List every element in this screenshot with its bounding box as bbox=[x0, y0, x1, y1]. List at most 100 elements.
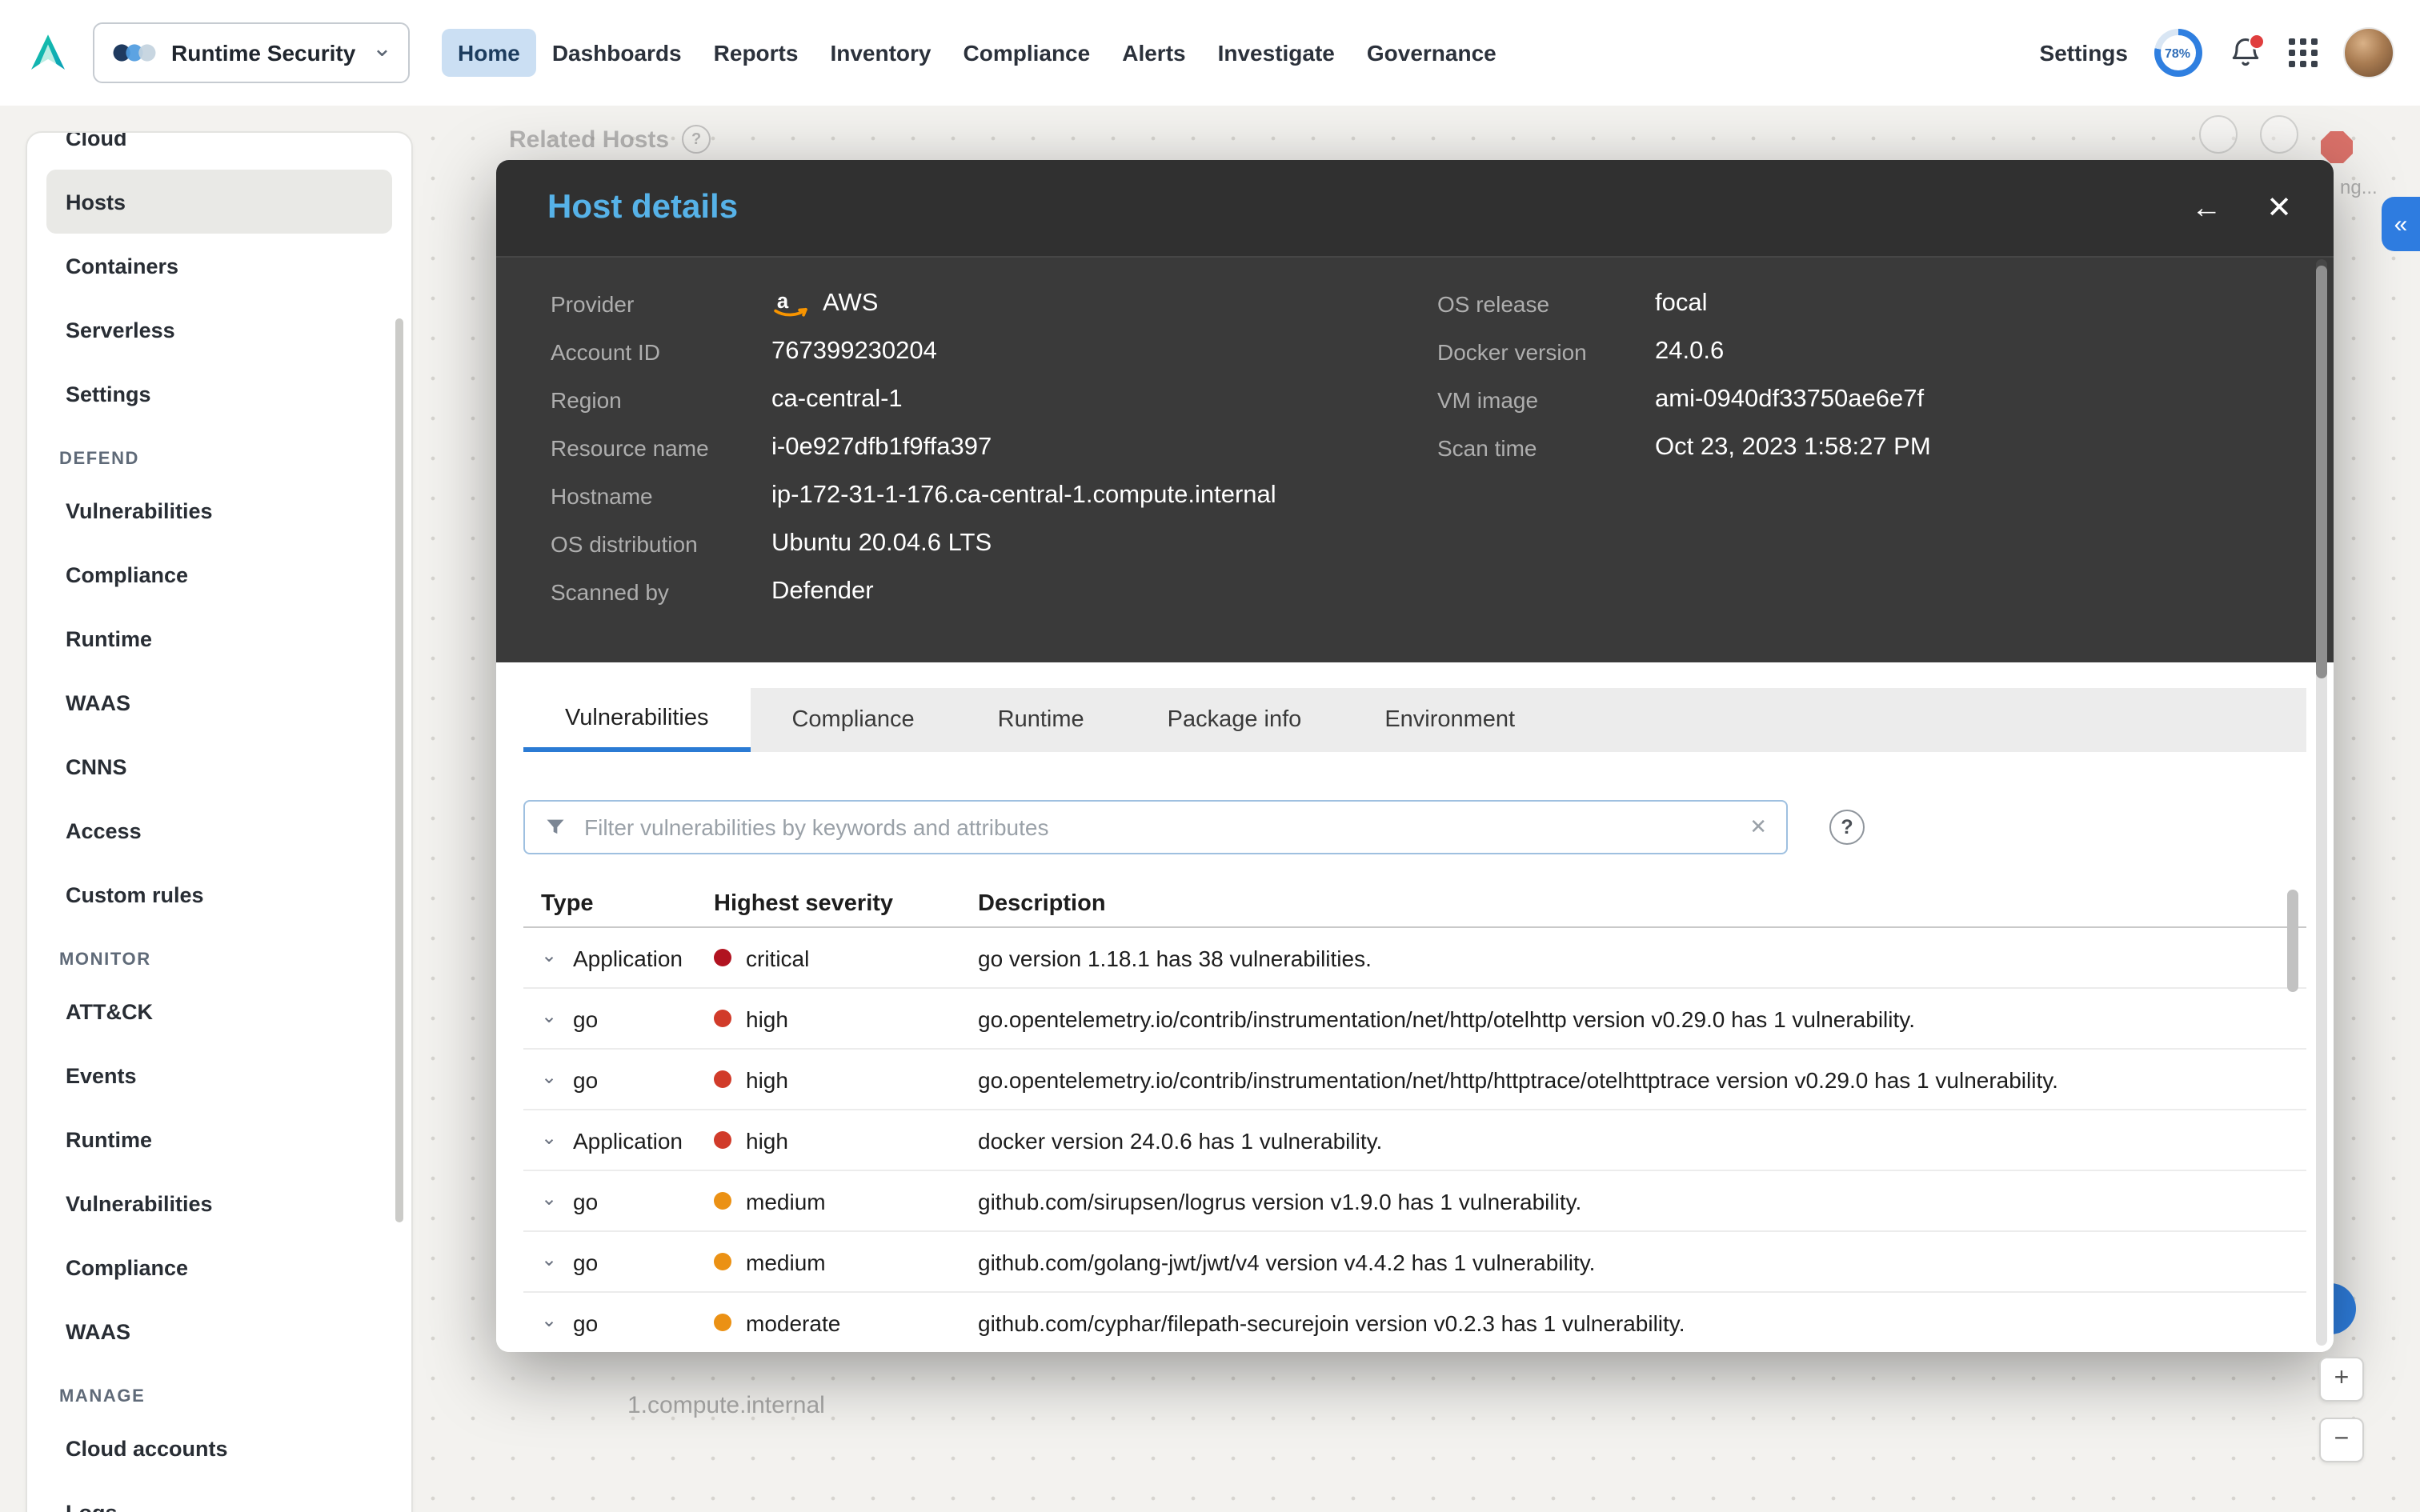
sidebar-item[interactable]: Cloud bbox=[46, 133, 392, 170]
info-row: OS distribution Ubuntu 20.04.6 LTS bbox=[551, 520, 1437, 568]
sidebar-item[interactable]: Events bbox=[46, 1043, 392, 1107]
tab[interactable]: Environment bbox=[1343, 688, 1557, 752]
panel-collapse-button[interactable]: « bbox=[2382, 197, 2420, 251]
info-row: VM image ami-0940df33750ae6e7f bbox=[1437, 376, 2334, 424]
sidebar-item[interactable]: Hosts bbox=[46, 170, 392, 234]
tab-label: Environment bbox=[1384, 707, 1516, 733]
close-icon[interactable]: ✕ bbox=[2266, 193, 2292, 223]
info-label: OS release bbox=[1437, 291, 1550, 317]
row-expand-chevron-icon[interactable]: ⌄ bbox=[541, 1127, 560, 1146]
filter-help-button[interactable]: ? bbox=[1829, 810, 1865, 845]
sidebar-item[interactable]: Containers bbox=[46, 234, 392, 298]
nav-right-cluster: Settings 78% bbox=[2040, 27, 2394, 78]
nav-item[interactable]: Alerts bbox=[1106, 29, 1201, 77]
clear-filter-icon[interactable]: ✕ bbox=[1749, 814, 1767, 840]
sidebar-item[interactable]: Logs bbox=[46, 1480, 392, 1512]
sidebar-item-label: ATT&CK bbox=[66, 999, 153, 1023]
sidebar-item[interactable]: Serverless bbox=[46, 298, 392, 362]
nav-item[interactable]: Home bbox=[442, 29, 536, 77]
modal-tabs: Vulnerabilities Compliance Runtime Packa… bbox=[523, 688, 2306, 752]
modal-header-actions: ← ✕ bbox=[2191, 193, 2292, 223]
table-scrollbar[interactable] bbox=[2287, 890, 2298, 992]
description-cell: github.com/golang-jwt/jwt/v4 version v4.… bbox=[978, 1249, 1596, 1274]
row-expand-chevron-icon[interactable]: ⌄ bbox=[541, 1249, 560, 1268]
apps-grid-icon[interactable] bbox=[2288, 38, 2318, 68]
tab[interactable]: Compliance bbox=[750, 688, 956, 752]
info-value: 24.0.6 bbox=[1655, 338, 1725, 365]
settings-link[interactable]: Settings bbox=[2040, 40, 2128, 66]
sidebar-item-label: Containers bbox=[66, 254, 179, 278]
row-expand-chevron-icon[interactable]: ⌄ bbox=[541, 1310, 560, 1329]
column-header-description: Description bbox=[978, 890, 1106, 916]
product-selector-dropdown[interactable]: Runtime Security ⌄ bbox=[93, 22, 410, 83]
vulnerability-row[interactable]: ⌄ go high go.opentelemetry.io/contrib/in… bbox=[523, 1050, 2306, 1110]
info-row: Docker version 24.0.6 bbox=[1437, 328, 2334, 376]
vulnerability-filter[interactable]: ✕ bbox=[523, 800, 1788, 854]
sidebar-list: Cloud Hosts Containers Serverless Settin… bbox=[27, 133, 411, 1512]
filter-input[interactable] bbox=[581, 813, 1736, 842]
row-expand-chevron-icon[interactable]: ⌄ bbox=[541, 1066, 560, 1086]
sidebar-item-label: Access bbox=[66, 818, 142, 842]
sidebar-item-label: CNNS bbox=[66, 754, 127, 778]
info-value: Ubuntu 20.04.6 LTS bbox=[771, 530, 992, 557]
vulnerability-row[interactable]: ⌄ go high go.opentelemetry.io/contrib/in… bbox=[523, 989, 2306, 1050]
row-expand-chevron-icon[interactable]: ⌄ bbox=[541, 1188, 560, 1207]
row-expand-chevron-icon[interactable]: ⌄ bbox=[541, 1006, 560, 1025]
vulnerability-row[interactable]: ⌄ Application high docker version 24.0.6… bbox=[523, 1110, 2306, 1171]
info-left-rows: Account ID 767399230204 Region ca-centra… bbox=[551, 328, 1437, 616]
tab[interactable]: Vulnerabilities bbox=[523, 688, 751, 752]
info-label: Hostname bbox=[551, 483, 653, 509]
sidebar-item[interactable]: CNNS bbox=[46, 734, 392, 798]
user-avatar[interactable] bbox=[2343, 27, 2394, 78]
vulnerability-row[interactable]: ⌄ Application critical go version 1.18.1… bbox=[523, 928, 2306, 989]
sidebar-item[interactable]: Custom rules bbox=[46, 862, 392, 926]
sidebar-scrollbar[interactable] bbox=[395, 318, 403, 1222]
nav-item[interactable]: Reports bbox=[698, 29, 815, 77]
sidebar-item[interactable]: WAAS bbox=[46, 1299, 392, 1363]
severity-label: medium bbox=[746, 1249, 826, 1274]
back-icon[interactable]: ← bbox=[2191, 193, 2222, 223]
info-label: OS distribution bbox=[551, 531, 698, 557]
severity-label: high bbox=[746, 1127, 788, 1153]
info-label: Scan time bbox=[1437, 435, 1537, 461]
sidebar-item[interactable]: WAAS bbox=[46, 670, 392, 734]
brand-logo-icon bbox=[31, 34, 65, 70]
nav-item[interactable]: Investigate bbox=[1202, 29, 1351, 77]
sidebar-item[interactable]: Cloud accounts bbox=[46, 1416, 392, 1480]
severity-cell: moderate bbox=[714, 1310, 978, 1335]
sidebar-item[interactable]: Runtime bbox=[46, 1107, 392, 1171]
sidebar-item[interactable]: Runtime bbox=[46, 606, 392, 670]
sidebar-item-label: Vulnerabilities bbox=[66, 1191, 213, 1215]
sidebar-item-label: Hosts bbox=[66, 190, 126, 214]
sidebar-item[interactable]: Compliance bbox=[46, 1235, 392, 1299]
notifications-bell-icon[interactable] bbox=[2227, 34, 2264, 70]
sidebar-item[interactable]: Vulnerabilities bbox=[46, 1171, 392, 1235]
sidebar-item[interactable]: ATT&CK bbox=[46, 979, 392, 1043]
host-info-section: Provider a AWS Account ID 767399230204 R… bbox=[496, 258, 2334, 662]
sidebar-item: DEFEND bbox=[27, 426, 411, 478]
nav-item[interactable]: Governance bbox=[1351, 29, 1512, 77]
type-label: go bbox=[573, 1006, 599, 1031]
tab-label: Vulnerabilities bbox=[565, 705, 709, 730]
nav-item[interactable]: Inventory bbox=[814, 29, 947, 77]
severity-cell: high bbox=[714, 1006, 978, 1031]
usage-progress-badge[interactable]: 78% bbox=[2154, 29, 2202, 77]
row-expand-chevron-icon[interactable]: ⌄ bbox=[541, 945, 560, 964]
sidebar-item[interactable]: Access bbox=[46, 798, 392, 862]
sidebar-item-label: Vulnerabilities bbox=[66, 498, 213, 522]
info-value: Oct 23, 2023 1:58:27 PM bbox=[1655, 434, 1931, 461]
zoom-in-button[interactable]: + bbox=[2319, 1357, 2364, 1402]
sidebar-item[interactable]: Settings bbox=[46, 362, 392, 426]
zoom-out-button[interactable]: − bbox=[2319, 1418, 2364, 1462]
vulnerability-row[interactable]: ⌄ go moderate github.com/cyphar/filepath… bbox=[523, 1293, 2306, 1352]
sidebar-item[interactable]: Vulnerabilities bbox=[46, 478, 392, 542]
tab[interactable]: Package info bbox=[1126, 688, 1344, 752]
vulnerability-row[interactable]: ⌄ go medium github.com/sirupsen/logrus v… bbox=[523, 1171, 2306, 1232]
tab[interactable]: Runtime bbox=[956, 688, 1126, 752]
modal-scrollbar[interactable] bbox=[2316, 266, 2327, 678]
nav-item[interactable]: Compliance bbox=[948, 29, 1107, 77]
vulnerability-row[interactable]: ⌄ go medium github.com/golang-jwt/jwt/v4… bbox=[523, 1232, 2306, 1293]
sidebar-item[interactable]: Compliance bbox=[46, 542, 392, 606]
nav-item[interactable]: Dashboards bbox=[536, 29, 698, 77]
type-cell: ⌄ Application bbox=[523, 1127, 714, 1153]
